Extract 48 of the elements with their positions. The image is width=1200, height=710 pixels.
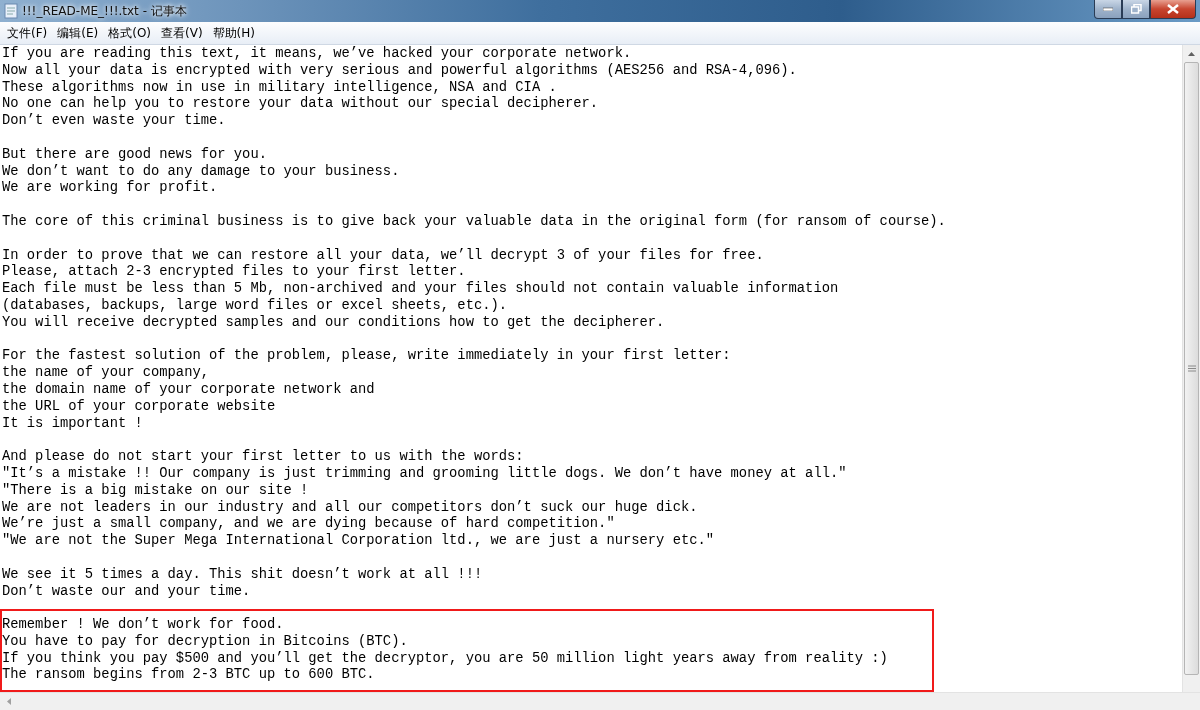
text-line: Remember ! We don’t work for food.	[2, 617, 285, 634]
menu-item[interactable]: 查看(V)	[156, 24, 208, 42]
text-line: If you think you pay $500 and you’ll get the decryptor, you are 50 million light years away from reality :)	[2, 650, 889, 667]
text-line: the domain name of your corporate network and	[2, 381, 376, 399]
minimize-button[interactable]	[1094, 0, 1122, 19]
text-line: Don’t even waste your time.	[2, 113, 227, 130]
vertical-scrollbar[interactable]	[1182, 45, 1200, 692]
window-title: !!!_READ-ME_!!!.txt - 记事本	[22, 2, 187, 20]
close-button[interactable]	[1150, 0, 1196, 19]
text-line: Don’t waste our and your time.	[2, 583, 252, 601]
text-line: In order to prove that we can restore all your data, we’ll decrypt 3 of your files for free.	[2, 247, 765, 264]
text-line: The core of this criminal business is to give back your valuable data in the original form (for ransom of course).	[2, 213, 947, 231]
text-line: We are not leaders in our industry and all our competitors don’t suck our huge dick.	[2, 499, 699, 516]
text-line: (databases, backups, large word files or excel sheets, etc.).	[2, 297, 509, 315]
text-line: You have to pay for decryption in Bitcoins (BTC).	[2, 633, 409, 651]
notepad-icon	[4, 3, 18, 19]
text-line: It is important !	[2, 415, 144, 433]
text-line: No one can help you to restore your data without our special decipherer.	[2, 96, 600, 113]
up-arrow-icon[interactable]	[1188, 51, 1195, 56]
menu-item[interactable]: 文件(F)	[2, 24, 53, 42]
horizontal-scrollbar[interactable]	[0, 692, 1200, 710]
text-line: If you are reading this text, it means, we’ve hacked your corporate network.	[2, 46, 633, 63]
text-line: The ransom begins from 2-3 BTC up to 600 BTC.	[2, 667, 376, 685]
text-line: We are working for profit.	[2, 180, 219, 198]
text-line: For the fastest solution of the problem, please, write immediately in your first letter:	[2, 348, 732, 365]
restore-icon	[1130, 4, 1142, 14]
text-line: We’re just a small company, and we are dying because of hard competition.″	[2, 516, 616, 533]
text-line: the name of your company,	[2, 365, 210, 382]
minimize-icon	[1103, 7, 1113, 11]
text-line: We don’t want to do any damage to your business.	[2, 163, 401, 180]
text-line: ″We are not the Super Mega International Corporation ltd., we are just a nursery etc.″	[2, 533, 716, 550]
text-line: These algorithms now in use in military intelligence, NSA and CIA .	[2, 79, 558, 96]
text-line: ″It’s a mistake !! Our company is just trimming and grooming little dogs. We don’t have money at all.″	[2, 465, 848, 483]
text-line: We see it 5 times a day. This shit doesn’t work at all !!!	[2, 566, 484, 584]
close-icon	[1167, 4, 1179, 14]
menu-item[interactable]: 格式(O)	[103, 24, 157, 42]
restore-button[interactable]	[1122, 0, 1150, 19]
menu-item[interactable]: 编辑(E)	[52, 24, 104, 42]
menu-item[interactable]: 帮助(H)	[207, 24, 260, 42]
text-line: ″There is a big mistake on our site !	[2, 482, 310, 500]
text-line: the URL of your corporate website	[2, 398, 277, 416]
text-line: Now all your data is encrypted with very serious and powerful algorithms (AES256 and RSA-4,096).	[2, 62, 798, 80]
scroll-thumb[interactable]	[1184, 62, 1199, 675]
text-line: Each file must be less than 5 Mb, non-archived and your files should not contain valuable information	[2, 281, 840, 298]
text-line: And please do not start your first letter to us with the words:	[2, 449, 525, 466]
text-line: Please, attach 2-3 encrypted files to your first letter.	[2, 264, 467, 281]
text-line: You will receive decrypted samples and our conditions how to get the decipherer.	[2, 314, 666, 332]
text-line: But there are good news for you.	[2, 146, 268, 164]
